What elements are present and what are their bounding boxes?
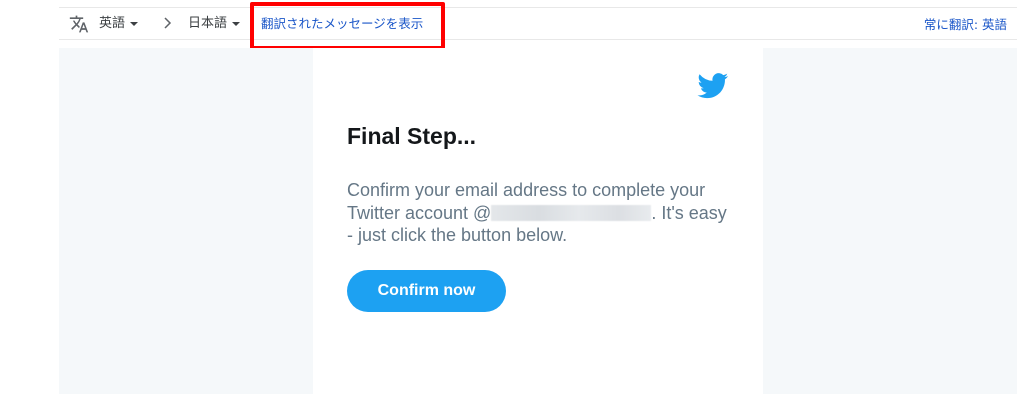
translation-bar: 英語 日本語 翻訳されたメッセージを表示 常に翻訳: 英語 (59, 7, 1017, 40)
target-language-label: 日本語 (188, 16, 228, 31)
caret-down-icon (130, 22, 139, 26)
caret-down-icon (232, 22, 241, 26)
always-translate-link[interactable]: 常に翻訳: 英語 (924, 8, 1007, 39)
target-language-dropdown[interactable]: 日本語 (188, 8, 241, 39)
source-language-label: 英語 (99, 16, 126, 31)
email-headline: Final Step... (347, 123, 477, 149)
email-card: Final Step... Confirm your email address… (313, 48, 763, 394)
redacted-email (491, 204, 652, 221)
source-language-dropdown[interactable]: 英語 (99, 8, 139, 39)
show-translation-link[interactable]: 翻訳されたメッセージを表示 (261, 8, 423, 39)
twitter-bird-icon (697, 73, 729, 99)
confirm-now-button[interactable]: Confirm now (347, 270, 506, 312)
chevron-right-icon (164, 17, 172, 29)
translate-icon (69, 15, 89, 33)
email-body-text: Confirm your email address to complete y… (347, 179, 737, 247)
